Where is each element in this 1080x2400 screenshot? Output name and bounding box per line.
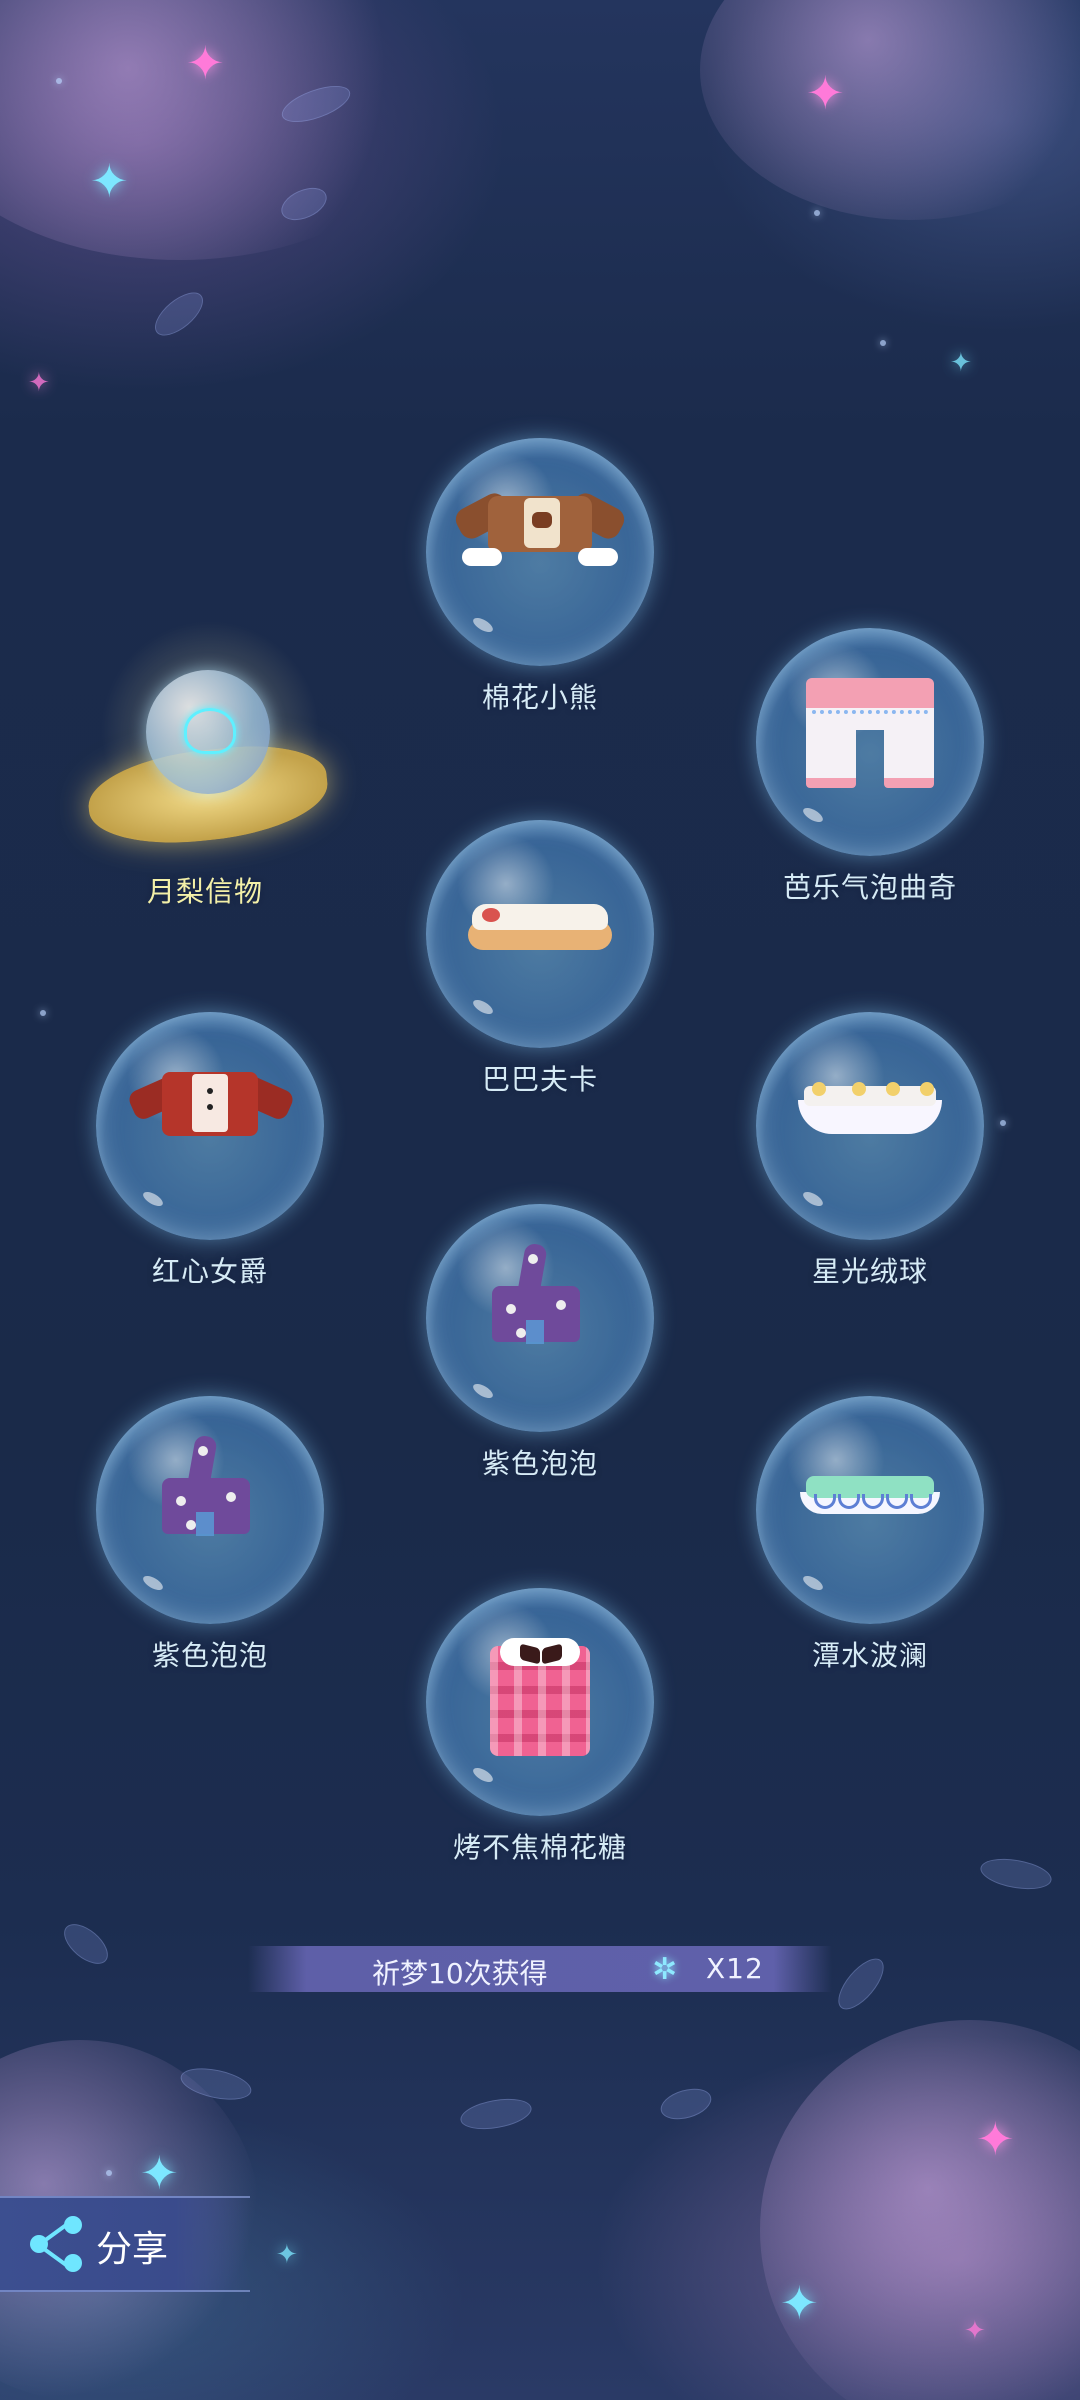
star-dot	[814, 210, 820, 216]
sparkle-icon: ✦	[186, 36, 225, 90]
item-bubble	[426, 820, 654, 1048]
sparkle-icon: ✦	[140, 2146, 179, 2200]
sparkle-icon: ✦	[950, 348, 972, 378]
reward-summary-banner: 祈梦10次获得 ✲ X12	[248, 1946, 832, 1992]
item-name: 紫色泡泡	[481, 1447, 598, 1480]
share-icon	[28, 2216, 88, 2272]
sparkle-icon: ✦	[806, 66, 845, 120]
item-name: 星光绒球	[811, 1255, 928, 1288]
item-name: 烤不焦棉花糖	[452, 1831, 627, 1864]
cloud-decoration	[700, 0, 1080, 220]
item-bubble	[426, 438, 654, 666]
reward-item[interactable]: 棉花小熊	[415, 438, 665, 716]
item-name: 棉花小熊	[481, 681, 598, 714]
item-bubble	[96, 1012, 324, 1240]
star-dot	[880, 340, 886, 346]
dream-crystal-icon: ✲	[652, 1952, 678, 1987]
cloud-decoration	[760, 2020, 1080, 2400]
reward-item[interactable]: 星光绒球	[745, 1012, 995, 1290]
constellation-icon	[184, 708, 236, 754]
fish-decoration	[147, 284, 211, 344]
star-dot	[40, 1010, 46, 1016]
special-item-name: 月梨信物	[146, 875, 263, 908]
reward-item[interactable]: 芭乐气泡曲奇	[745, 628, 995, 906]
special-reward-item[interactable]: 月梨信物	[80, 620, 340, 920]
item-bubble	[756, 628, 984, 856]
reward-item[interactable]: 紫色泡泡	[85, 1396, 335, 1674]
item-bubble	[426, 1204, 654, 1432]
banner-text: 祈梦10次获得	[372, 1957, 548, 1990]
sparkle-icon: ✦	[964, 2316, 986, 2346]
item-name: 紫色泡泡	[151, 1639, 268, 1672]
sparkle-icon: ✦	[780, 2276, 819, 2330]
item-bubble	[756, 1396, 984, 1624]
item-bubble	[96, 1396, 324, 1624]
item-name: 红心女爵	[151, 1255, 268, 1288]
item-name: 潭水波澜	[811, 1639, 928, 1672]
fish-decoration	[978, 1853, 1054, 1895]
sparkle-icon: ✦	[976, 2112, 1015, 2166]
item-name: 芭乐气泡曲奇	[782, 871, 957, 904]
sparkle-icon: ✦	[28, 368, 50, 398]
share-button[interactable]: 分享	[0, 2196, 250, 2292]
reward-item[interactable]: 烤不焦棉花糖	[415, 1588, 665, 1866]
star-dot	[106, 2170, 112, 2176]
fish-decoration	[458, 2093, 534, 2135]
item-bubble	[426, 1588, 654, 1816]
star-dot	[56, 78, 62, 84]
fish-decoration	[830, 1951, 892, 2017]
fish-decoration	[57, 1916, 115, 1972]
reward-item[interactable]: 红心女爵	[85, 1012, 335, 1290]
item-bubble	[756, 1012, 984, 1240]
sparkle-icon: ✦	[90, 154, 129, 208]
fish-decoration	[657, 2083, 715, 2125]
reward-item[interactable]: 紫色泡泡	[415, 1204, 665, 1482]
share-label: 分享	[96, 2229, 169, 2270]
reward-item[interactable]: 潭水波澜	[745, 1396, 995, 1674]
reward-item[interactable]: 巴巴夫卡	[415, 820, 665, 1098]
wish-reward-screen: ✦ ✦ ✦ ✦ ✦ ✦ ✦ ✦ ✦ ✦ 棉花小熊 芭乐气泡曲奇 月梨信物 巴巴夫…	[0, 0, 1080, 2400]
item-name: 巴巴夫卡	[481, 1063, 598, 1096]
sparkle-icon: ✦	[276, 2240, 298, 2270]
crystal-count: X12	[706, 1952, 764, 1985]
star-dot	[1000, 1120, 1006, 1126]
